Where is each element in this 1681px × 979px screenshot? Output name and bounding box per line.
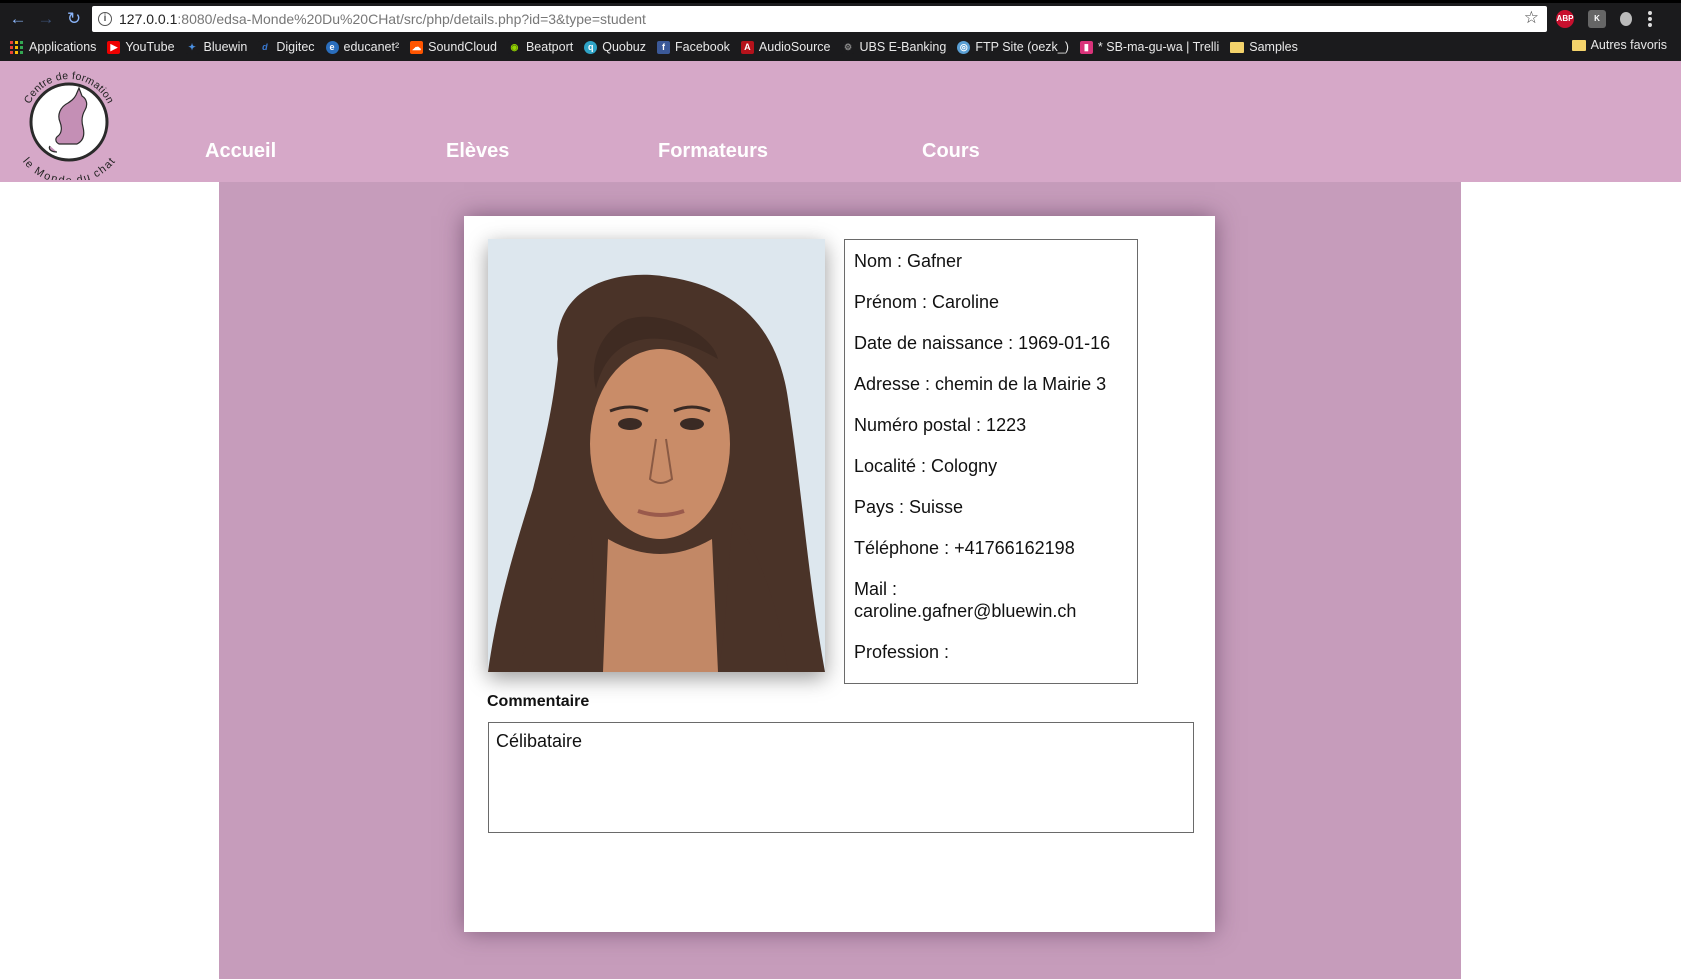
audiosource-icon: A xyxy=(740,40,754,54)
bookmark-facebook[interactable]: f Facebook xyxy=(657,40,730,54)
bookmark-bluewin[interactable]: ✦ Bluewin xyxy=(185,40,248,54)
youtube-icon: ▶ xyxy=(107,40,121,54)
logo[interactable]: Centre de formation le Monde du chat xyxy=(14,65,124,180)
bookmark-youtube[interactable]: ▶ YouTube xyxy=(107,40,175,54)
facebook-icon: f xyxy=(657,40,670,54)
bookmark-ftp[interactable]: ◎ FTP Site (oezk_) xyxy=(957,40,1069,54)
comment-label: Commentaire xyxy=(487,693,590,710)
bookmark-beatport[interactable]: ◉ Beatport xyxy=(507,40,574,54)
bookmark-label: Facebook xyxy=(675,40,730,54)
field-date-naissance: Date de naissance : 1969-01-16 xyxy=(854,333,1111,353)
browser-tab-strip xyxy=(0,0,1681,3)
bookmark-applications[interactable]: Applications xyxy=(10,40,96,54)
bookmark-audiosource[interactable]: A AudioSource xyxy=(740,40,831,54)
bookmark-label: YouTube xyxy=(125,40,175,54)
field-nom: Nom : Gafner xyxy=(854,251,963,271)
bookmark-label: * SB-ma-gu-wa | Trelli xyxy=(1097,40,1220,54)
field-profession: Profession : xyxy=(854,642,950,662)
bookmark-ubs[interactable]: ⚙ UBS E-Banking xyxy=(841,40,946,54)
qobuz-icon: q xyxy=(584,40,598,54)
back-arrow-icon[interactable]: ← xyxy=(8,9,28,29)
comment-box: Célibataire xyxy=(488,722,1194,833)
field-localite: Localité : Cologny xyxy=(854,456,998,476)
bookmark-soundcloud[interactable]: ☁ SoundCloud xyxy=(410,40,497,54)
nav-accueil[interactable]: Accueil xyxy=(205,140,276,163)
field-mail-label: Mail : xyxy=(854,579,898,599)
ftp-globe-icon: ◎ xyxy=(957,40,971,54)
extension-k-icon[interactable]: K xyxy=(1588,10,1606,28)
menu-dots-icon[interactable] xyxy=(1648,17,1652,21)
forward-arrow-icon[interactable]: → xyxy=(36,9,56,29)
address-bar[interactable]: i 127.0.0.1:8080/edsa-Monde%20Du%20CHat/… xyxy=(92,6,1547,32)
bookmark-other-favorites[interactable]: Autres favoris xyxy=(1571,38,1667,52)
apps-grid-icon xyxy=(10,40,23,54)
bookmark-trello[interactable]: ▮ * SB-ma-gu-wa | Trelli xyxy=(1079,40,1220,54)
url-text[interactable]: 127.0.0.1:8080/edsa-Monde%20Du%20CHat/sr… xyxy=(119,11,646,27)
browser-chrome: ← → ↻ i 127.0.0.1:8080/edsa-Monde%20Du%2… xyxy=(0,0,1681,61)
beatport-icon: ◉ xyxy=(507,40,521,54)
nav-formateurs[interactable]: Formateurs xyxy=(658,140,768,163)
field-mail: caroline.gafner@bluewin.ch xyxy=(854,601,1077,621)
bookmark-label: Digitec xyxy=(276,40,315,54)
digitec-icon: d xyxy=(258,40,272,54)
ubs-keys-icon: ⚙ xyxy=(841,40,855,54)
folder-icon xyxy=(1571,39,1586,51)
field-pays: Pays : Suisse xyxy=(854,497,964,517)
bookmark-label: Bluewin xyxy=(203,40,248,54)
student-photo xyxy=(488,239,825,672)
info-icon[interactable]: i xyxy=(98,12,112,26)
educanet-icon: e xyxy=(325,40,339,54)
extension-ghost-icon[interactable] xyxy=(1620,12,1632,26)
bookmark-label: Samples xyxy=(1249,40,1298,54)
site-header xyxy=(0,61,1681,182)
bluewin-icon: ✦ xyxy=(185,40,199,54)
soundcloud-icon: ☁ xyxy=(410,40,424,54)
bookmark-samples[interactable]: Samples xyxy=(1230,40,1298,54)
field-adresse: Adresse : chemin de la Mairie 3 xyxy=(854,374,1107,394)
trello-icon: ▮ xyxy=(1079,40,1093,54)
bookmark-label: AudioSource xyxy=(758,40,831,54)
bookmark-label: Beatport xyxy=(525,40,574,54)
field-telephone: Téléphone : +41766162198 xyxy=(854,538,1075,558)
bookmark-star-icon[interactable]: ☆ xyxy=(1524,8,1539,28)
bookmark-digitec[interactable]: d Digitec xyxy=(258,40,315,54)
folder-icon xyxy=(1230,41,1245,53)
nav-eleves[interactable]: Elèves xyxy=(446,140,509,163)
url-path: :8080/edsa-Monde%20Du%20CHat/src/php/det… xyxy=(177,11,646,27)
bookmark-label: UBS E-Banking xyxy=(859,40,947,54)
field-numero-postal: Numéro postal : 1223 xyxy=(854,415,1027,435)
adblock-icon[interactable]: ABP xyxy=(1556,10,1574,28)
field-prenom: Prénom : Caroline xyxy=(854,292,1000,312)
reload-icon[interactable]: ↻ xyxy=(64,9,84,29)
bookmark-educanet[interactable]: e educanet² xyxy=(325,40,400,54)
url-host: 127.0.0.1 xyxy=(119,11,178,27)
nav-cours[interactable]: Cours xyxy=(922,140,980,163)
bookmark-label: Quobuz xyxy=(602,40,646,54)
bookmark-label: SoundCloud xyxy=(428,40,497,54)
bookmarks-bar: Applications ▶ YouTube ✦ Bluewin d Digitec … xyxy=(10,38,1309,56)
bookmark-label: FTP Site (oezk_) xyxy=(975,40,1069,54)
bookmark-label: educanet² xyxy=(343,40,400,54)
bookmark-label: Autres favoris xyxy=(1590,38,1667,52)
bookmark-label: Applications xyxy=(29,40,97,54)
bookmark-quobuz[interactable]: q Quobuz xyxy=(584,40,646,54)
student-info-box: Nom : Gafner Prénom : Caroline Date de n… xyxy=(844,239,1138,684)
